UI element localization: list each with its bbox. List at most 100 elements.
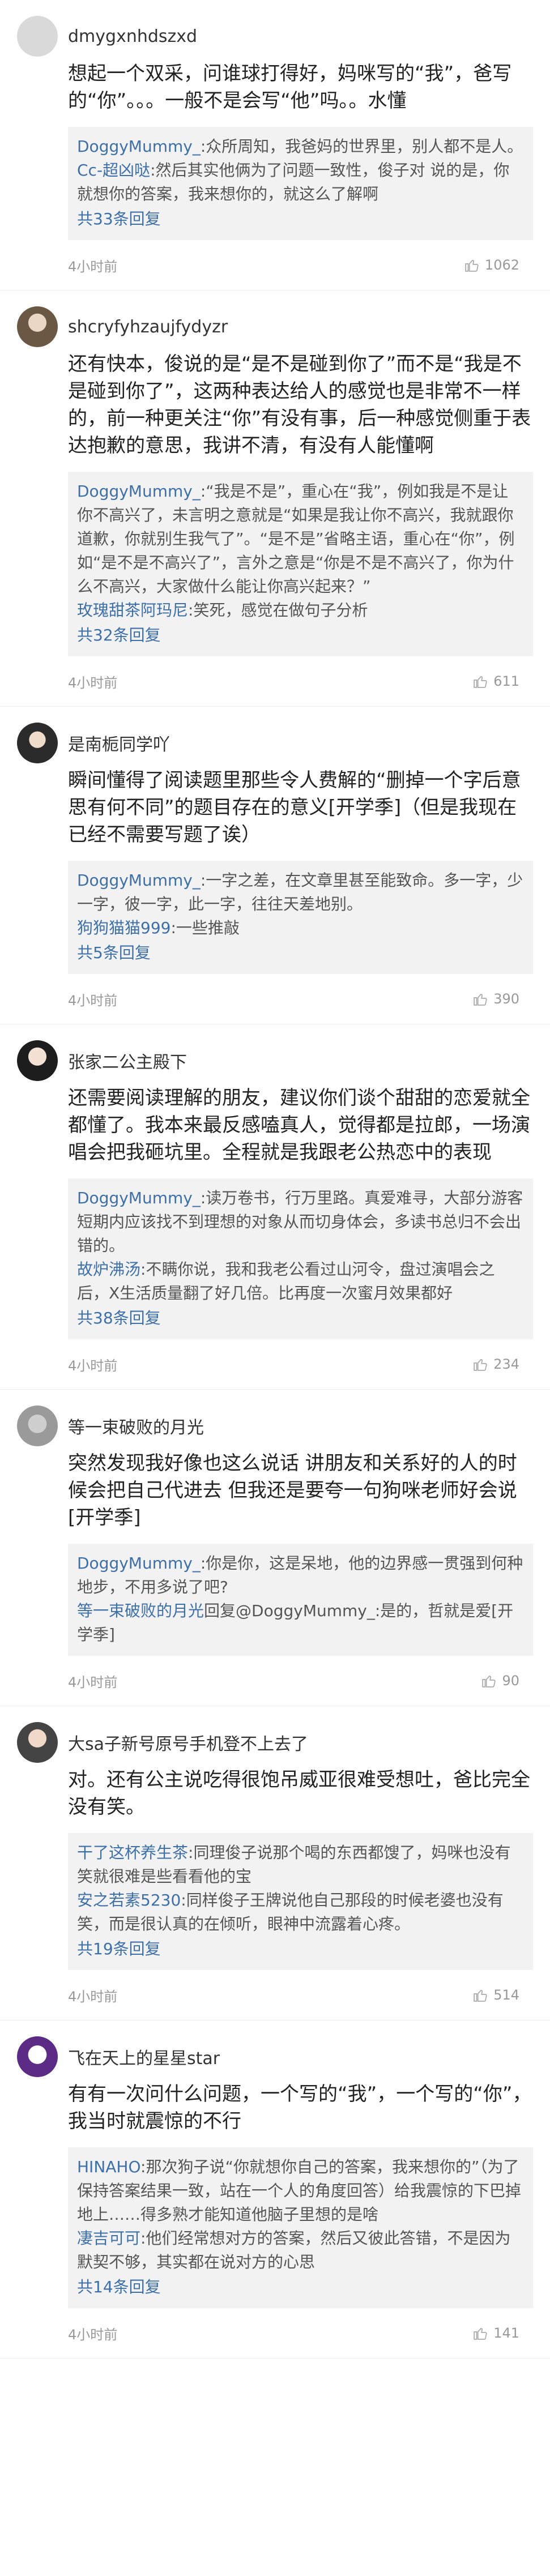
more-replies-link[interactable]: 共38条回复	[77, 1306, 524, 1330]
thumb-up-icon[interactable]	[464, 258, 479, 272]
thumb-up-icon[interactable]	[473, 1988, 488, 2002]
reply-item[interactable]: 狗狗猫猫999:一些推敲	[77, 916, 524, 940]
comment-footer: 4小时前 390	[68, 974, 533, 1024]
more-replies-link[interactable]: 共33条回复	[77, 207, 524, 231]
reply-author[interactable]: 安之若素5230	[77, 1891, 181, 1909]
like-button[interactable]: 611	[473, 673, 519, 689]
comment-header: 张家二公主殿下	[17, 1040, 533, 1081]
reply-text: :那次狗子说“你就想你自己的答案，我来想你的”（为了保持答案结果一致，站在一个人…	[77, 2158, 522, 2224]
reply-author[interactable]: 等一束破败的月光	[77, 1601, 204, 1620]
username[interactable]: 大sa子新号原号手机登不上去了	[68, 1730, 308, 1755]
username[interactable]: 等一束破败的月光	[68, 1413, 204, 1438]
reply-author[interactable]: DoggyMummy_	[77, 1189, 201, 1207]
reply-item[interactable]: DoggyMummy_:读万卷书，行万里路。真爱难寻，大部分游客短期内应该找不到…	[77, 1186, 524, 1258]
comment-footer: 4小时前 90	[68, 1656, 533, 1706]
username[interactable]: 是南栀同学吖	[68, 730, 170, 755]
comment-body: 瞬间懂得了阅读题里那些令人费解的“删掉一个字后意思有何不同”的题目存在的意义[开…	[68, 767, 533, 1024]
reply-author[interactable]: 凄吉可可	[77, 2229, 140, 2248]
like-count: 141	[493, 2325, 519, 2341]
reply-item[interactable]: 干了这杯养生茶:同理俊子说那个喝的东西都馊了，妈咪也没有笑就很难是些看看他的宝	[77, 1841, 524, 1889]
comment-item: 张家二公主殿下 还需要阅读理解的朋友，建议你们谈个甜甜的恋爱就全都懂了。我本来最…	[0, 1024, 550, 1390]
username[interactable]: 张家二公主殿下	[68, 1048, 187, 1073]
reply-item[interactable]: 凄吉可可:他们经常想对方的答案，然后又彼此答错，不是因为默契不够，其实都在说对方…	[77, 2227, 524, 2274]
comment-header: 是南栀同学吖	[17, 723, 533, 763]
avatar[interactable]	[17, 723, 58, 763]
more-replies-link[interactable]: 共19条回复	[77, 1937, 524, 1961]
comment-footer: 4小时前 611	[68, 656, 533, 706]
avatar[interactable]	[17, 16, 58, 57]
reply-author[interactable]: DoggyMummy_	[77, 482, 201, 501]
reply-item[interactable]: DoggyMummy_:你是你，这是呆地，他的边界感一贯强到何种地步，不用多说了…	[77, 1552, 524, 1599]
timestamp: 4小时前	[68, 1988, 118, 2005]
thumb-up-icon[interactable]	[473, 674, 488, 689]
comment-item: shcryfyhzaujfydyzr 还有快本，俊说的是“是不是碰到你了”而不是…	[0, 291, 550, 707]
reply-author[interactable]: 干了这杯养生茶	[77, 1843, 188, 1862]
like-button[interactable]: 90	[481, 1673, 519, 1689]
reply-item[interactable]: DoggyMummy_:众所周知，我爸妈的世界里，别人都不是人。	[77, 135, 524, 159]
comment-text: 还需要阅读理解的朋友，建议你们谈个甜甜的恋爱就全都懂了。我本来最反感嗑真人，觉得…	[68, 1087, 530, 1164]
timestamp: 4小时前	[68, 674, 118, 691]
comment-body: 想起一个双采，问谁球打得好，妈咪写的“我”，爸写的“你”。。。一般不是会写“他”…	[68, 60, 533, 290]
comment-body: 对。还有公主说吃得很饱吊威亚很难受想吐，爸比完全没有笑。 干了这杯养生茶:同理俊…	[68, 1766, 533, 2020]
timestamp: 4小时前	[68, 2326, 118, 2343]
comment-text: 瞬间懂得了阅读题里那些令人费解的“删掉一个字后意思有何不同”的题目存在的意义[开…	[68, 769, 521, 846]
reply-box: 干了这杯养生茶:同理俊子说那个喝的东西都馊了，妈咪也没有笑就很难是些看看他的宝 …	[68, 1833, 533, 1970]
comment-text: 有有一次问什么问题，一个写的“我”，一个写的“你”，我当时就震惊的不行	[68, 2083, 532, 2133]
reply-author[interactable]: DoggyMummy_	[77, 137, 201, 156]
reply-author[interactable]: 玫瑰甜茶阿玛尼	[77, 601, 188, 620]
reply-item[interactable]: 安之若素5230:同样俊子王牌说他自己那段的时候老婆也没有笑，而是很认真的在倾听…	[77, 1889, 524, 1936]
reply-item[interactable]: 玫瑰甜茶阿玛尼:笑死，感觉在做句子分析	[77, 599, 524, 622]
timestamp: 4小时前	[68, 992, 118, 1009]
thumb-up-icon[interactable]	[473, 2326, 488, 2340]
more-replies-link[interactable]: 共32条回复	[77, 623, 524, 647]
comment-header: shcryfyhzaujfydyzr	[17, 306, 533, 347]
like-count: 514	[493, 1987, 519, 2003]
like-button[interactable]: 390	[473, 991, 519, 1007]
avatar[interactable]	[17, 1722, 58, 1763]
reply-text: :笑死，感觉在做句子分析	[188, 601, 368, 620]
comment-header: dmygxnhdszxd	[17, 16, 533, 57]
thumb-up-icon[interactable]	[473, 992, 488, 1006]
reply-author[interactable]: 故炉沸汤	[77, 1260, 140, 1279]
like-button[interactable]: 234	[473, 1356, 519, 1372]
reply-item[interactable]: Cc-超凶哒:然后其实他俩为了问题一致性，俊子对 说的是，你就想你的答案，我来想…	[77, 159, 524, 206]
like-button[interactable]: 514	[473, 1987, 519, 2003]
reply-author[interactable]: 狗狗猫猫999	[77, 919, 170, 937]
like-count: 90	[502, 1673, 519, 1689]
like-count: 390	[493, 991, 519, 1007]
reply-text: :一些推敲	[170, 919, 240, 937]
more-replies-link[interactable]: 共14条回复	[77, 2275, 524, 2299]
comment-text: 对。还有公主说吃得很饱吊威亚很难受想吐，爸比完全没有笑。	[68, 1768, 530, 1818]
comment-header: 大sa子新号原号手机登不上去了	[17, 1722, 533, 1763]
reply-box: DoggyMummy_:你是你，这是呆地，他的边界感一贯强到何种地步，不用多说了…	[68, 1544, 533, 1656]
comment-item: dmygxnhdszxd 想起一个双采，问谁球打得好，妈咪写的“我”，爸写的“你…	[0, 0, 550, 291]
reply-item[interactable]: DoggyMummy_:“我是不是”，重心在“我”，例如我是不是让你不高兴了，未…	[77, 480, 524, 599]
more-replies-link[interactable]: 共5条回复	[77, 941, 524, 965]
like-button[interactable]: 1062	[464, 257, 519, 273]
comment-footer: 4小时前 141	[68, 2308, 533, 2358]
username[interactable]: dmygxnhdszxd	[68, 27, 197, 46]
like-count: 234	[493, 1356, 519, 1372]
reply-author[interactable]: Cc-超凶哒	[77, 161, 150, 180]
reply-item[interactable]: HINAHO:那次狗子说“你就想你自己的答案，我来想你的”（为了保持答案结果一致…	[77, 2155, 524, 2227]
avatar[interactable]	[17, 2036, 58, 2077]
reply-author[interactable]: HINAHO	[77, 2158, 140, 2176]
reply-box: DoggyMummy_:一字之差，在文章里甚至能致命。多一字，少一字，彼一字，此…	[68, 861, 533, 974]
like-button[interactable]: 141	[473, 2325, 519, 2341]
comment-text: 想起一个双采，问谁球打得好，妈咪写的“我”，爸写的“你”。。。一般不是会写“他”…	[68, 62, 512, 112]
avatar[interactable]	[17, 1406, 58, 1446]
reply-author[interactable]: DoggyMummy_	[77, 871, 201, 890]
thumb-up-icon[interactable]	[473, 1357, 488, 1372]
avatar[interactable]	[17, 1040, 58, 1081]
reply-item[interactable]: DoggyMummy_:一字之差，在文章里甚至能致命。多一字，少一字，彼一字，此…	[77, 869, 524, 916]
reply-item[interactable]: 故炉沸汤:不瞒你说，我和我老公看过山河令，盘过演唱会之后，X生活质量翻了好几倍。…	[77, 1258, 524, 1305]
reply-text: :他们经常想对方的答案，然后又彼此答错，不是因为默契不够，其实都在说对方的心思	[77, 2229, 511, 2271]
username[interactable]: shcryfyhzaujfydyzr	[68, 317, 228, 337]
comment-header: 等一束破败的月光	[17, 1406, 533, 1446]
avatar[interactable]	[17, 306, 58, 347]
username[interactable]: 飞在天上的星星star	[68, 2044, 220, 2069]
reply-item[interactable]: 等一束破败的月光回复@DoggyMummy_:是的，哲就是爱[开学季]	[77, 1599, 524, 1647]
reply-box: HINAHO:那次狗子说“你就想你自己的答案，我来想你的”（为了保持答案结果一致…	[68, 2147, 533, 2308]
thumb-up-icon[interactable]	[481, 1673, 496, 1688]
reply-author[interactable]: DoggyMummy_	[77, 1554, 201, 1573]
